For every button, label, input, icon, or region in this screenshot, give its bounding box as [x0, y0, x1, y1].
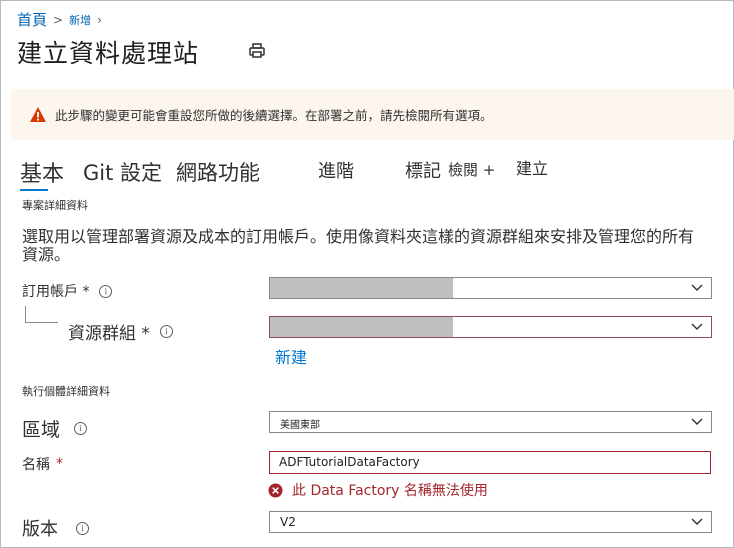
page-title: 建立資料處理站 [17, 39, 200, 68]
breadcrumb-home-link[interactable]: 首頁 [17, 9, 47, 30]
region-label: 區域 i [22, 415, 88, 442]
print-icon[interactable] [248, 42, 266, 60]
name-label: 名稱 * [22, 454, 63, 474]
tab-bar: 基本 Git 設定 網路功能 進階 標記 檢閱 + 建立 [20, 154, 620, 194]
info-icon[interactable]: i [99, 284, 113, 298]
breadcrumb-separator-icon: > [53, 12, 64, 27]
tab-basic[interactable]: 基本 [20, 156, 64, 191]
subscription-value-redacted [270, 278, 453, 298]
warning-icon [30, 106, 46, 122]
chevron-down-icon [691, 518, 703, 525]
name-label-text: 名稱 [22, 457, 50, 473]
chevron-down-icon [691, 323, 703, 330]
name-input[interactable]: ADFTutorialDataFactory [269, 451, 711, 474]
tab-review[interactable]: 檢閱 + [448, 159, 495, 180]
info-icon[interactable]: i [74, 422, 88, 435]
version-select[interactable]: V2 [269, 511, 712, 533]
chevron-down-icon [691, 284, 703, 291]
tab-advanced[interactable]: 進階 [318, 157, 354, 183]
tab-create[interactable]: 建立 [516, 155, 548, 179]
instance-details-heading: 執行個體詳細資料 [22, 385, 110, 398]
tab-networking[interactable]: 網路功能 [176, 157, 260, 187]
tab-git-settings[interactable]: Git 設定 [83, 157, 162, 187]
breadcrumb: 首頁 > 新增 › [17, 9, 108, 30]
required-marker: * [56, 456, 63, 472]
project-details-heading: 專案詳細資料 [22, 199, 88, 212]
warning-text: 此步驟的變更可能會重設您所做的後續選擇。在部署之前，請先檢閱所有選項。 [55, 108, 493, 123]
version-select-value: V2 [280, 515, 296, 529]
tree-connector [25, 306, 58, 323]
region-select[interactable]: 美國東部 [269, 411, 712, 433]
resource-group-label-text: 資源群組 * [68, 324, 150, 344]
breadcrumb-chevron-icon: › [97, 12, 102, 27]
info-icon[interactable]: i [159, 325, 173, 338]
create-new-resource-group-link[interactable]: 新建 [275, 344, 307, 368]
subscription-select[interactable] [269, 277, 712, 299]
resource-group-label: 資源群組 * i [68, 319, 173, 344]
info-icon[interactable]: i [76, 521, 89, 535]
subscription-label-text: 訂用帳戶 * [22, 284, 90, 300]
subscription-label: 訂用帳戶 * i [22, 281, 113, 301]
project-details-description: 選取用以管理部署資源及成本的訂用帳戶。使用像資料夾這樣的資源群組來安排及管理您的… [22, 227, 695, 264]
region-select-value: 美國東部 [280, 420, 320, 431]
region-label-text: 區域 [22, 419, 61, 441]
resource-group-value-redacted [270, 317, 453, 337]
version-label-text: 版本 [22, 519, 58, 540]
warning-banner: 此步驟的變更可能會重設您所做的後續選擇。在部署之前，請先檢閱所有選項。 [11, 89, 734, 140]
name-error-text: 此 Data Factory 名稱無法使用 [292, 483, 488, 499]
resource-group-select[interactable] [269, 316, 712, 338]
breadcrumb-new-link[interactable]: 新增 [69, 12, 91, 28]
error-icon [268, 483, 283, 497]
name-error-message: 此 Data Factory 名稱無法使用 [268, 480, 488, 500]
tab-tags[interactable]: 標記 [405, 157, 441, 183]
version-label: 版本 i [22, 515, 89, 541]
chevron-down-icon [691, 418, 703, 425]
